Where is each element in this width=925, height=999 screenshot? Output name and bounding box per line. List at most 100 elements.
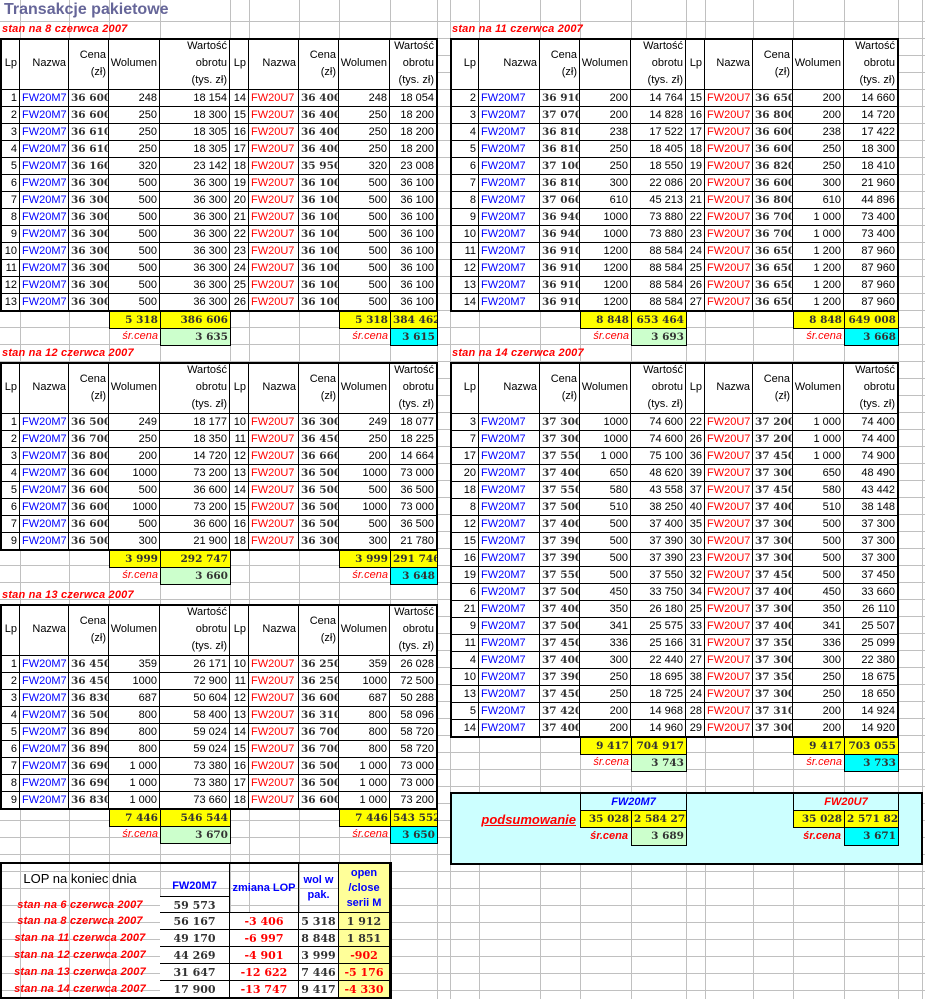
header-cena: Cena (zł) (753, 38, 793, 90)
row-wolumen: 200 (793, 720, 844, 737)
row-wolumen: 200 (580, 703, 631, 720)
row-wartosc: 18 200 (390, 141, 437, 158)
row-wartosc: 26 171 (160, 656, 230, 673)
row-lp: 24 (686, 686, 705, 703)
row-instrument: FW20U7 (705, 533, 753, 550)
row-lp: 21 (450, 601, 479, 618)
row-cena: 36 400 (299, 124, 339, 141)
header-text: Cena (309, 48, 336, 61)
row-cena: 36 600 (69, 90, 109, 107)
row-lp: 9 (450, 618, 479, 635)
row-wolumen: 249 (109, 414, 160, 431)
row-wolumen: 580 (793, 482, 844, 499)
row-instrument: FW20U7 (705, 107, 753, 124)
lop-row-zmiana: -3 406 (230, 913, 299, 930)
row-instrument: FW20M7 (20, 792, 69, 809)
row-wartosc: 36 600 (160, 516, 230, 533)
row-instrument: FW20U7 (705, 567, 753, 584)
row-wolumen: 510 (580, 499, 631, 516)
header-text: Wolumen (340, 381, 387, 393)
row-wolumen: 1000 (109, 465, 160, 482)
row-lp: 19 (686, 158, 705, 175)
lop-row-fw20m7: 44 269 (160, 947, 230, 964)
row-lp: 39 (686, 465, 705, 482)
header-text: Nazwa (503, 57, 537, 69)
row-wartosc: 33 750 (631, 584, 686, 601)
header-text: (zł) (90, 631, 106, 644)
row-wolumen: 359 (339, 656, 390, 673)
row-wartosc: 36 100 (390, 192, 437, 209)
row-wartosc: 74 900 (844, 448, 898, 465)
row-wartosc: 18 410 (844, 158, 898, 175)
row-wolumen: 250 (580, 158, 631, 175)
row-cena: 37 500 (540, 618, 580, 635)
header-text: Wartość (394, 606, 434, 618)
avg-price-value: 3 660 (160, 567, 231, 585)
row-lp: 11 (450, 243, 479, 260)
row-wolumen: 500 (339, 243, 390, 260)
row-cena: 36 300 (69, 175, 109, 192)
row-wolumen: 341 (580, 618, 631, 635)
row-wartosc: 18 650 (844, 686, 898, 703)
row-wolumen: 800 (109, 724, 160, 741)
header-text: obrotu (402, 623, 434, 635)
row-wolumen: 500 (793, 567, 844, 584)
row-wartosc: 73 880 (631, 209, 686, 226)
row-wolumen: 300 (793, 175, 844, 192)
row-wartosc: 25 166 (631, 635, 686, 652)
row-instrument: FW20U7 (249, 243, 299, 260)
header-cena: Cena (zł) (69, 38, 109, 90)
row-instrument: FW20M7 (20, 243, 69, 260)
row-lp: 37 (686, 482, 705, 499)
row-wartosc: 88 584 (631, 294, 686, 311)
lop-row-open-close: -4 330 (339, 981, 390, 998)
header-text: Wartość (855, 364, 895, 376)
row-instrument: FW20U7 (249, 90, 299, 107)
row-lp: 1 (0, 656, 20, 673)
row-wartosc: 21 900 (160, 533, 230, 550)
row-instrument: FW20M7 (479, 90, 540, 107)
header-nazwa: Nazwa (705, 38, 753, 90)
row-instrument: FW20U7 (249, 226, 299, 243)
row-cena: 37 400 (540, 516, 580, 533)
row-lp: 2 (0, 673, 20, 690)
row-lp: 7 (0, 758, 20, 775)
row-lp: 13 (450, 686, 479, 703)
row-lp: 7 (450, 431, 479, 448)
summary-instrument: FW20U7 (793, 793, 899, 811)
row-instrument: FW20U7 (249, 792, 299, 809)
row-wartosc: 36 500 (390, 516, 437, 533)
header-text: (tys. zł) (859, 398, 895, 410)
row-lp: 1 (0, 414, 20, 431)
row-instrument: FW20U7 (249, 724, 299, 741)
header-text: (zł) (561, 65, 577, 78)
row-instrument: FW20U7 (705, 584, 753, 601)
row-wolumen: 500 (580, 550, 631, 567)
row-instrument: FW20U7 (249, 482, 299, 499)
header-text: Cena (79, 372, 106, 385)
row-cena: 36 100 (299, 294, 339, 311)
row-wolumen: 1200 (580, 243, 631, 260)
row-wartosc: 36 100 (390, 175, 437, 192)
row-instrument: FW20M7 (479, 448, 540, 465)
row-cena: 36 300 (69, 192, 109, 209)
row-wartosc: 23 008 (390, 158, 437, 175)
row-cena: 36 940 (540, 226, 580, 243)
header-wolumen: Wolumen (339, 362, 390, 414)
row-wolumen: 800 (109, 707, 160, 724)
row-cena: 36 910 (540, 294, 580, 311)
row-instrument: FW20M7 (479, 652, 540, 669)
block-date-title: stan na 8 czerwca 2007 (2, 23, 128, 35)
row-wolumen: 200 (339, 448, 390, 465)
row-instrument: FW20M7 (20, 90, 69, 107)
row-cena: 37 200 (753, 431, 793, 448)
row-instrument: FW20M7 (479, 516, 540, 533)
total-value: 703 055 (844, 737, 899, 755)
header-wartosc: Wartość obrotu (tys. zł) (844, 38, 898, 90)
row-instrument: FW20U7 (705, 601, 753, 618)
row-lp: 24 (686, 243, 705, 260)
row-wolumen: 359 (109, 656, 160, 673)
header-text: Cena (550, 48, 577, 61)
row-wartosc: 37 300 (844, 533, 898, 550)
row-lp: 21 (686, 192, 705, 209)
